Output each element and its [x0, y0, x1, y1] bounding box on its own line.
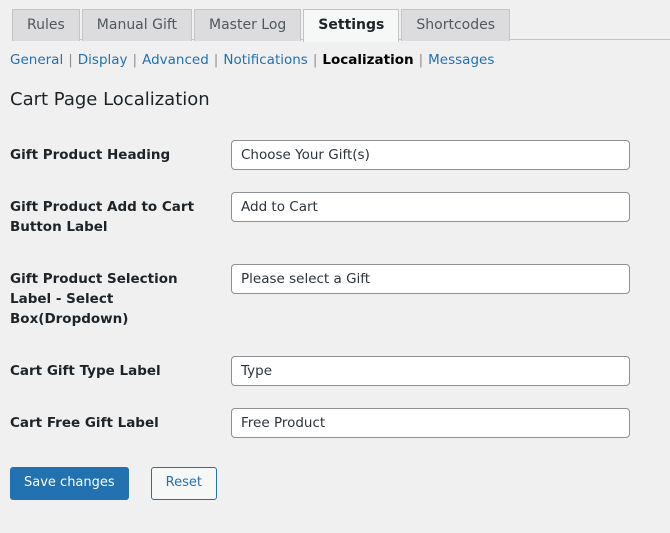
form-actions: Save changes Reset [10, 467, 670, 500]
field-cell [231, 253, 670, 345]
input-gift-product-add-to-cart-button-label[interactable] [231, 192, 630, 222]
input-cart-gift-type-label[interactable] [231, 356, 630, 386]
field-label-cart-gift-type-label: Cart Gift Type Label [10, 363, 161, 379]
subnav-item-messages[interactable]: Messages [428, 52, 494, 68]
subnav-separator: | [418, 52, 424, 68]
form-row: Cart Free Gift Label [0, 397, 670, 449]
subnav-separator: | [312, 52, 318, 68]
tab-settings[interactable]: Settings [303, 9, 400, 42]
form-row: Gift Product Add to Cart Button Label [0, 181, 670, 253]
page-title: Cart Page Localization [10, 89, 210, 110]
subnav-item-notifications[interactable]: Notifications [223, 52, 308, 68]
tab-master-log[interactable]: Master Log [194, 9, 302, 41]
localization-form: Gift Product Heading Gift Product Add to … [0, 129, 670, 449]
settings-subnav: General | Display | Advanced | Notifications | L… [0, 40, 670, 69]
subnav-separator: | [213, 52, 219, 68]
tab-bar: Rules Manual Gift Master Log Settings Shortc… [0, 0, 670, 42]
field-label-cart-free-gift-label: Cart Free Gift Label [10, 415, 159, 431]
form-row: Gift Product Selection Label - Select Bo… [0, 253, 670, 345]
field-label-gift-product-add-to-cart-button-label: Gift Product Add to Cart Button Label [10, 199, 195, 235]
field-cell [231, 345, 670, 397]
tab-manual-gift[interactable]: Manual Gift [81, 9, 193, 41]
subnav-separator: | [68, 52, 73, 68]
tab-shortcodes[interactable]: Shortcodes [401, 9, 511, 41]
input-cart-free-gift-label[interactable] [231, 408, 630, 438]
field-cell [231, 181, 670, 253]
form-row: Cart Gift Type Label [0, 345, 670, 397]
subnav-item-display[interactable]: Display [78, 52, 128, 68]
form-row: Gift Product Heading [0, 129, 670, 181]
input-gift-product-selection-label-select-box-dropdown[interactable] [231, 264, 630, 294]
reset-button[interactable]: Reset [150, 467, 217, 500]
subnav-item-advanced[interactable]: Advanced [142, 52, 209, 68]
subnav-item-general[interactable]: General [10, 52, 63, 68]
save-changes-button[interactable]: Save changes [10, 467, 129, 500]
input-gift-product-heading[interactable] [231, 140, 630, 170]
subnav-separator: | [132, 52, 138, 68]
field-label-gift-product-heading: Gift Product Heading [10, 147, 171, 163]
subnav-item-localization[interactable]: Localization [322, 52, 413, 68]
tab-rules[interactable]: Rules [12, 9, 80, 41]
field-cell [231, 397, 670, 449]
field-cell [231, 129, 670, 181]
field-label-gift-product-selection-label-select-box-dropdown: Gift Product Selection Label - Select Bo… [10, 271, 178, 327]
